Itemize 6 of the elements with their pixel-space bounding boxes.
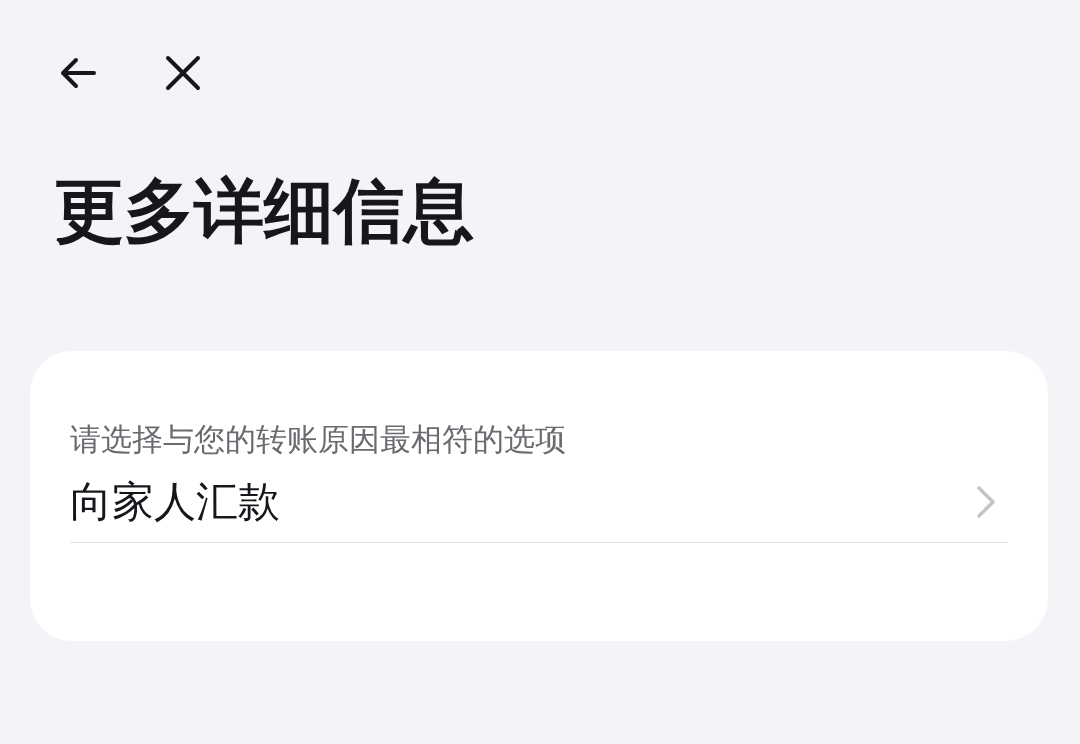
- close-icon[interactable]: [164, 54, 202, 92]
- field-label: 请选择与您的转账原因最相符的选项: [70, 420, 566, 459]
- page-title: 更多详细信息: [54, 169, 475, 253]
- field-value: 向家人汇款: [70, 477, 280, 528]
- chevron-right-icon: [976, 485, 996, 520]
- select-field[interactable]: 请选择与您的转账原因最相符的选项 向家人汇款: [70, 419, 1008, 543]
